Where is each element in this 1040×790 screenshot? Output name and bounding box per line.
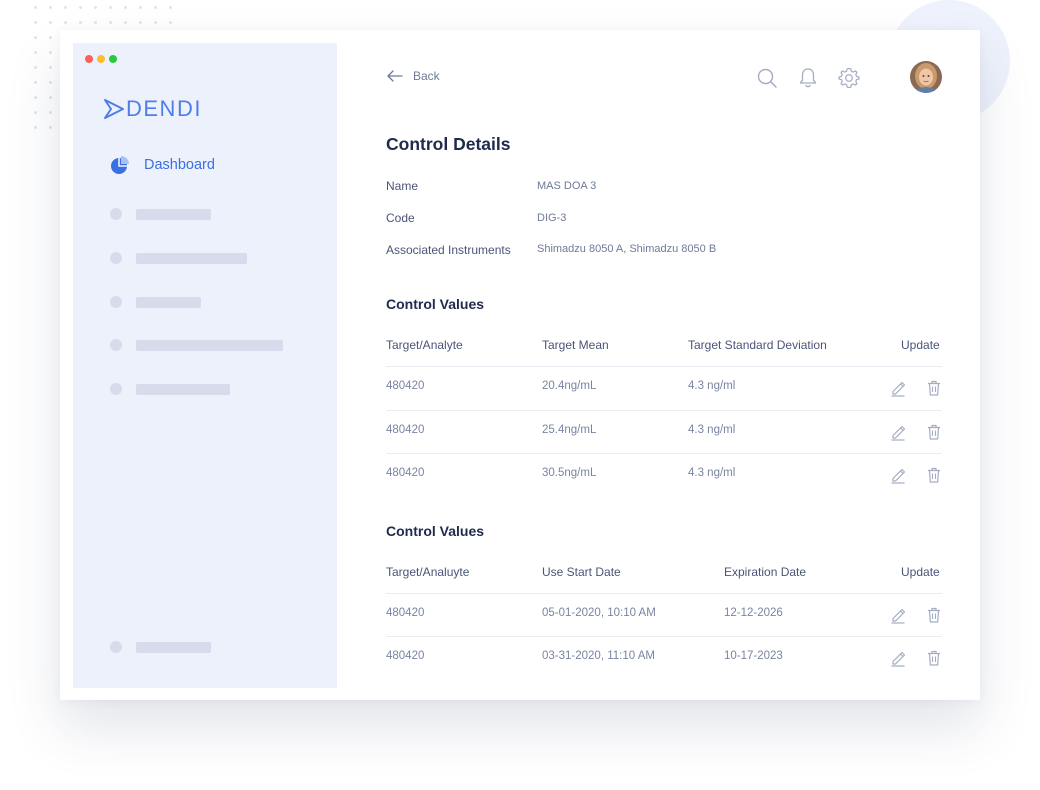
search-icon[interactable] (756, 67, 778, 89)
table-row: 480420 05-01-2020, 10:10 AM 12-12-2026 (386, 593, 942, 637)
arrow-left-icon (387, 70, 403, 82)
column-header: Update (901, 565, 940, 579)
cell-std-dev: 4.3 ng/ml (688, 380, 736, 392)
trash-icon[interactable] (926, 379, 942, 397)
placeholder-dot (110, 641, 122, 653)
detail-label-instruments: Associated Instruments (386, 243, 511, 257)
cell-std-dev: 4.3 ng/ml (688, 424, 736, 436)
placeholder-bar (136, 208, 211, 220)
logo-text: DENDI (126, 96, 202, 121)
cell-mean: 30.5ng/mL (542, 467, 597, 479)
logo-arrow-icon (104, 99, 124, 119)
cell-start-date: 03-31-2020, 11:10 AM (542, 650, 655, 662)
page-title: Control Details (386, 134, 511, 154)
table-row: 480420 03-31-2020, 11:10 AM 10-17-2023 (386, 636, 942, 680)
table-row: 480420 20.4ng/mL 4.3 ng/ml (386, 366, 942, 410)
cell-analyte: 480420 (386, 607, 425, 619)
detail-label-code: Code (386, 211, 415, 225)
minimize-window-button[interactable] (97, 55, 105, 63)
column-header: Target Standard Deviation (688, 338, 827, 352)
sidebar: DENDI Dashboard (73, 43, 337, 688)
cell-mean: 25.4ng/mL (542, 424, 597, 436)
cell-analyte: 480420 (386, 650, 425, 662)
cell-analyte: 480420 (386, 467, 425, 479)
table-row: 480420 25.4ng/mL 4.3 ng/ml (386, 410, 942, 454)
app-window: DENDI Dashboard Back Control Details Nam… (60, 30, 980, 700)
edit-icon[interactable] (890, 423, 906, 441)
placeholder-dot (110, 252, 122, 264)
sidebar-item-placeholder[interactable] (110, 296, 201, 308)
sidebar-item-placeholder[interactable] (110, 208, 211, 220)
sidebar-item-label: Dashboard (144, 157, 215, 173)
placeholder-bar (136, 641, 211, 653)
gear-icon[interactable] (838, 67, 860, 89)
column-header: Update (901, 338, 940, 352)
cell-std-dev: 4.3 ng/ml (688, 467, 736, 479)
section-title-control-dates: Control Values (386, 523, 485, 539)
sidebar-item-placeholder[interactable] (110, 339, 283, 351)
column-header: Target Mean (542, 338, 609, 352)
sidebar-item-placeholder[interactable] (110, 252, 247, 264)
window-controls (85, 55, 117, 63)
dendi-logo[interactable]: DENDI (103, 97, 202, 121)
column-header: Target/Analuyte (386, 565, 470, 579)
back-label: Back (413, 69, 440, 83)
user-avatar[interactable] (910, 61, 942, 93)
placeholder-bar (136, 296, 201, 308)
main-content: Back Control Details Name MAS DOA 3 Code… (386, 30, 956, 700)
edit-icon[interactable] (890, 649, 906, 667)
placeholder-dot (110, 296, 122, 308)
pie-chart-icon (111, 156, 129, 174)
cell-start-date: 05-01-2020, 10:10 AM (542, 607, 656, 619)
placeholder-bar (136, 252, 247, 264)
trash-icon[interactable] (926, 423, 942, 441)
cell-expiration-date: 10-17-2023 (724, 650, 783, 662)
avatar-image (910, 61, 942, 93)
placeholder-bar (136, 383, 230, 395)
sidebar-item-placeholder[interactable] (110, 641, 211, 653)
cell-analyte: 480420 (386, 380, 425, 392)
detail-value-code: DIG-3 (537, 212, 567, 224)
sidebar-item-dashboard[interactable]: Dashboard (110, 155, 215, 175)
table-row: 480420 30.5ng/mL 4.3 ng/ml (386, 453, 942, 497)
trash-icon[interactable] (926, 606, 942, 624)
detail-value-name: MAS DOA 3 (537, 180, 597, 192)
cell-expiration-date: 12-12-2026 (724, 607, 783, 619)
detail-label-name: Name (386, 179, 419, 193)
placeholder-bar (136, 339, 283, 351)
column-header: Expiration Date (724, 565, 807, 579)
section-title-control-values: Control Values (386, 296, 485, 312)
placeholder-dot (110, 383, 122, 395)
placeholder-dot (110, 339, 122, 351)
detail-value-instruments: Shimadzu 8050 A, Shimadzu 8050 B (537, 243, 717, 255)
trash-icon[interactable] (926, 466, 942, 484)
edit-icon[interactable] (890, 379, 906, 397)
cell-mean: 20.4ng/mL (542, 380, 597, 392)
maximize-window-button[interactable] (109, 55, 117, 63)
column-header: Target/Analyte (386, 338, 463, 352)
close-window-button[interactable] (85, 55, 93, 63)
cell-analyte: 480420 (386, 424, 425, 436)
sidebar-item-placeholder[interactable] (110, 383, 230, 395)
edit-icon[interactable] (890, 466, 906, 484)
edit-icon[interactable] (890, 606, 906, 624)
column-header: Use Start Date (542, 565, 621, 579)
placeholder-dot (110, 208, 122, 220)
back-link[interactable]: Back (386, 69, 440, 83)
trash-icon[interactable] (926, 649, 942, 667)
bell-icon[interactable] (798, 67, 818, 89)
